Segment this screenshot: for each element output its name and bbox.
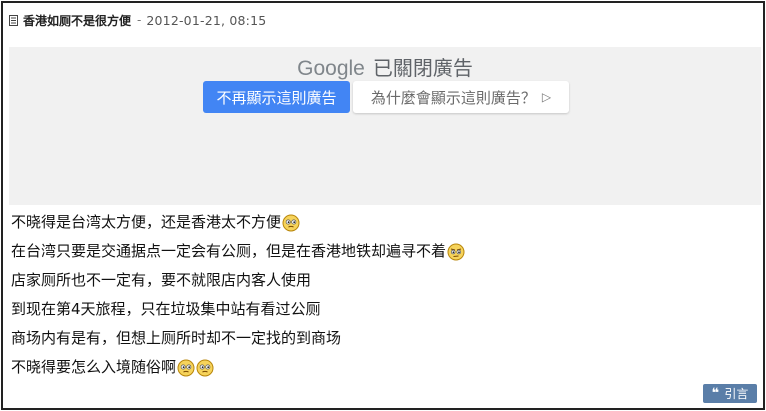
post-line-text: 不晓得是台湾太方便，还是香港太不方便 bbox=[11, 213, 282, 231]
ad-frame: Google 已關閉廣告 不再顯示這則廣告 為什麼會顯示這則廣告？ ▷ bbox=[9, 47, 761, 205]
quote-button[interactable]: ❝ 引言 bbox=[703, 384, 757, 403]
post-line: 店家厕所也不一定有，要不就限店内客人使用 bbox=[11, 266, 751, 295]
post-line-text: 到现在第4天旅程，只在垃圾集中站有看过公厕 bbox=[11, 300, 321, 318]
ad-closed-label: 已關閉廣告 bbox=[372, 56, 473, 80]
title-separator: - bbox=[137, 13, 142, 27]
post-line-text: 商场内有是有，但想上厕所时却不一定找的到商场 bbox=[11, 329, 342, 347]
document-icon bbox=[9, 14, 18, 26]
post-line: 在台湾只要是交通据点一定会有公厕，但是在香港地铁却遍寻不着 bbox=[11, 237, 751, 266]
ad-closed-notice: Google 已關閉廣告 bbox=[9, 52, 761, 81]
quote-icon: ❝ bbox=[711, 386, 720, 401]
play-outline-icon: ▷ bbox=[541, 90, 552, 104]
post-title[interactable]: 香港如厕不是很方便 bbox=[23, 12, 131, 29]
confused-face-icon bbox=[447, 243, 465, 260]
post-line: 到现在第4天旅程，只在垃圾集中站有看过公厕 bbox=[11, 295, 751, 324]
stop-seeing-ad-button[interactable]: 不再顯示這則廣告 bbox=[203, 81, 350, 113]
post-line-text: 店家厕所也不一定有，要不就限店内客人使用 bbox=[11, 271, 312, 289]
post-line: 商场内有是有，但想上厕所时却不一定找的到商场 bbox=[11, 324, 751, 353]
worried-face-icon bbox=[282, 214, 300, 231]
post-line: 不晓得是台湾太方便，还是香港太不方便 bbox=[11, 208, 751, 237]
post-body: 不晓得是台湾太方便，还是香港太不方便 在台湾只要是交通据点一定会有公厕，但是在香… bbox=[11, 208, 751, 382]
post-datetime: 2012-01-21, 08:15 bbox=[146, 12, 267, 28]
quote-label: 引言 bbox=[724, 387, 749, 401]
worried-face-icon bbox=[196, 359, 214, 376]
post-line: 不晓得要怎么入境随俗啊 bbox=[11, 353, 751, 382]
why-this-ad-button[interactable]: 為什麼會顯示這則廣告？ ▷ bbox=[353, 81, 569, 113]
worried-face-icon bbox=[177, 359, 195, 376]
post-line-text: 在台湾只要是交通据点一定会有公厕，但是在香港地铁却遍寻不着 bbox=[11, 242, 447, 260]
forum-post: 香港如厕不是很方便 - 2012-01-21, 08:15 Google 已關閉廣… bbox=[1, 1, 765, 410]
post-line-text: 不晓得要怎么入境随俗啊 bbox=[11, 358, 177, 376]
why-this-ad-label: 為什麼會顯示這則廣告？ bbox=[370, 88, 536, 107]
post-header: 香港如厕不是很方便 - 2012-01-21, 08:15 bbox=[9, 11, 266, 29]
google-logo: Google bbox=[297, 57, 365, 80]
